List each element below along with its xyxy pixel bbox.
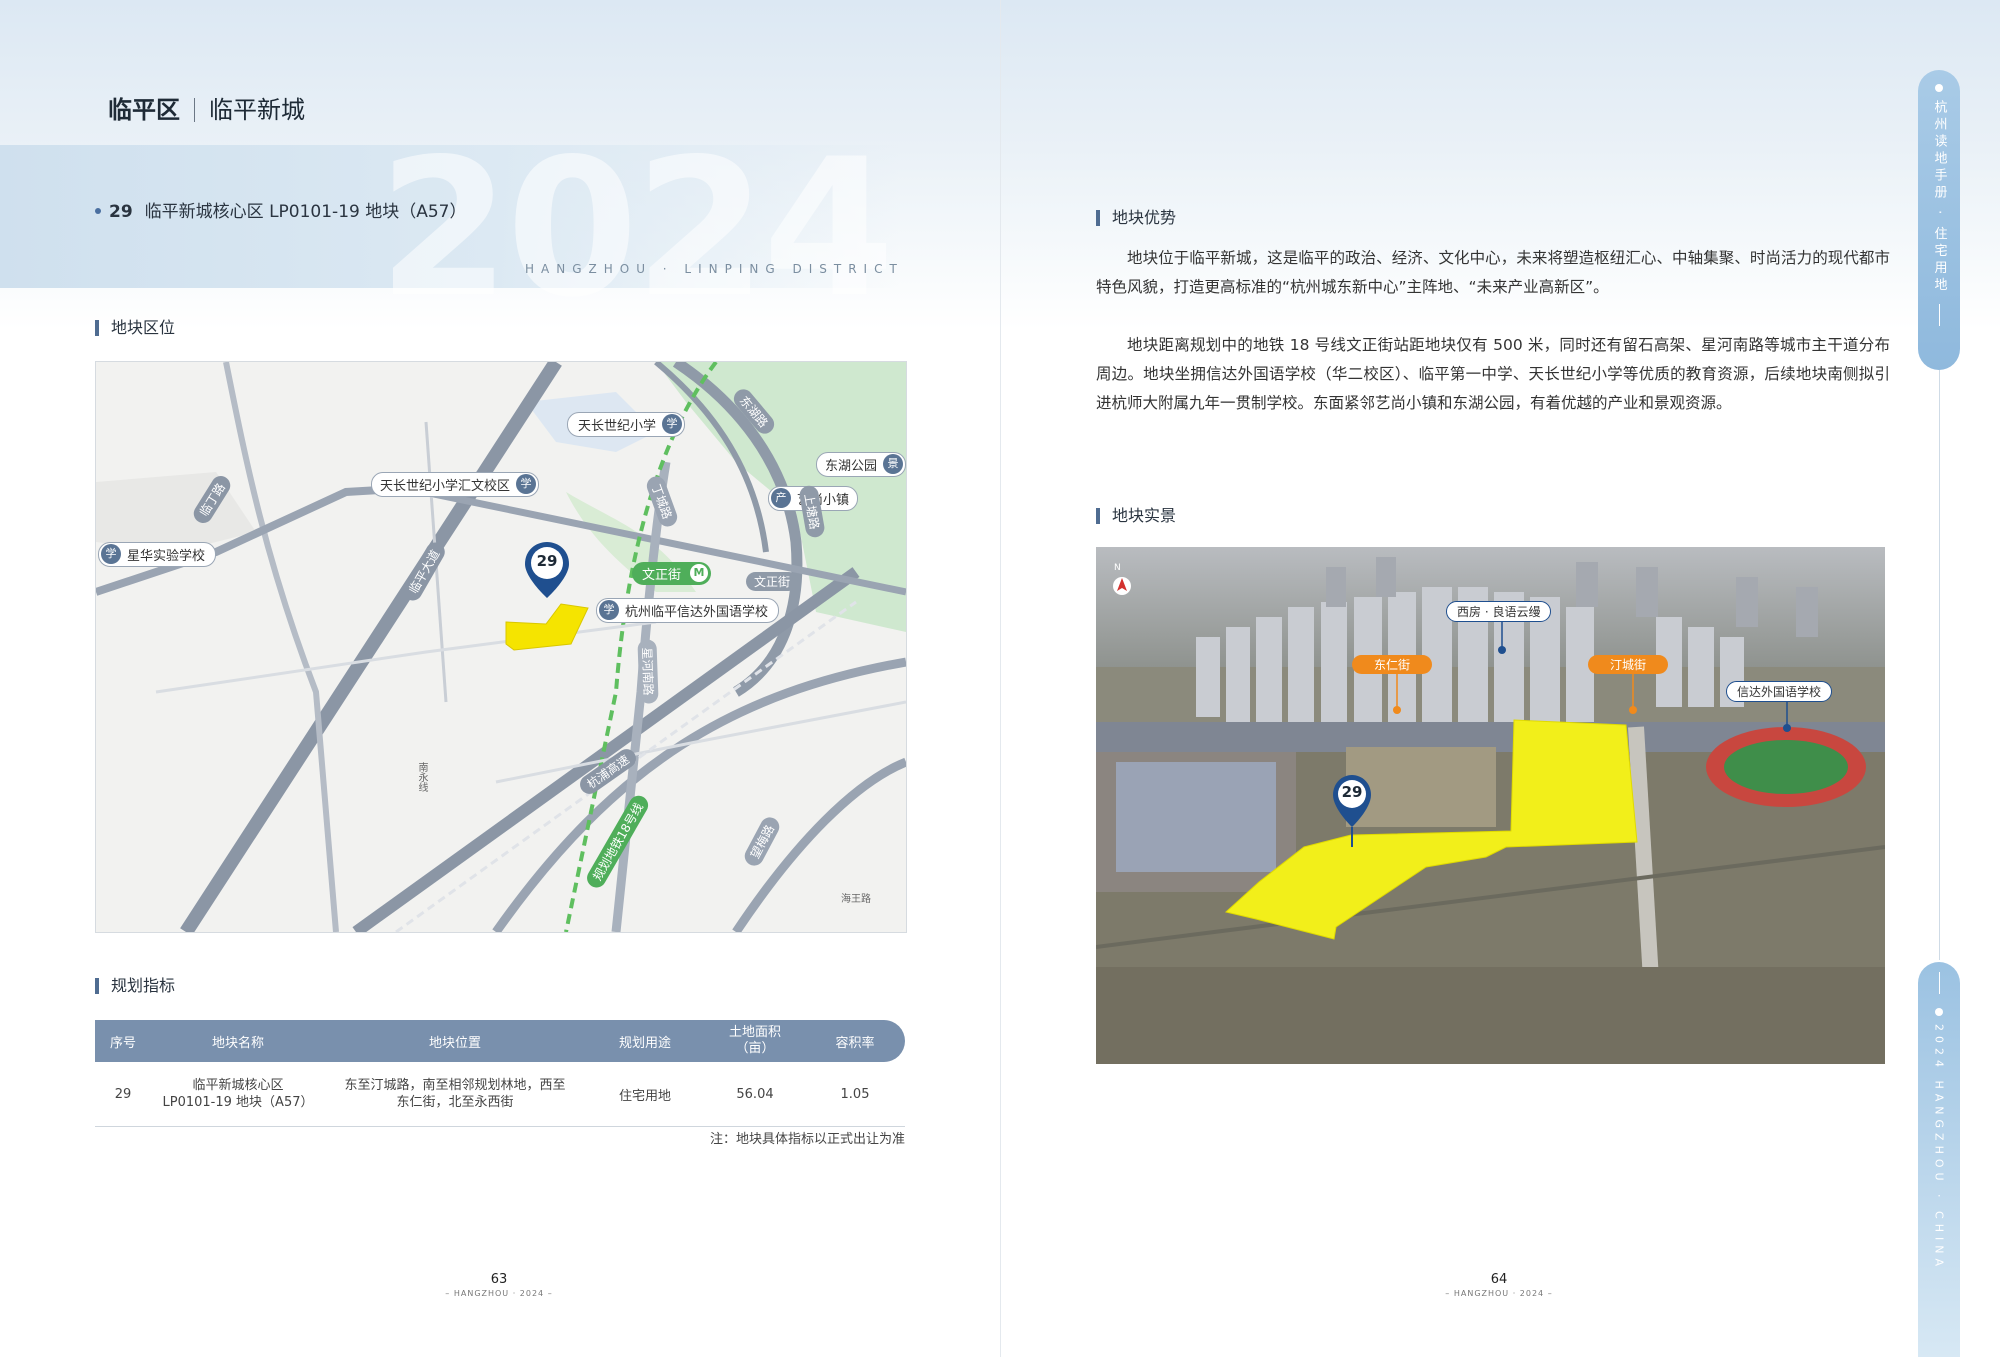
photo-label-street-w: 东仁街 [1352,655,1433,674]
map-road-haitang: 海王路 [841,894,871,905]
photo-label-street-e: 汀城街 [1588,655,1669,674]
col-name: 地块名称 [211,1035,264,1051]
table-row: 29 临平新城核心区 LP0101-19 地块（A57） 东至汀城路，南至相邻规… [95,1062,905,1127]
cell-location: 东至汀城路，南至相邻规划林地，西至 东仁街，北至永西街 [344,1078,566,1110]
subarea-name: 临平新城 [209,96,305,124]
metro-icon: M [690,564,709,582]
section-advantages: 地块优势 [1096,210,1176,226]
photo-label-community: 西房 · 良语云缦 [1446,601,1552,622]
section-photo: 地块实景 [1096,508,1176,524]
indicator-table: 序号 地块名称 地块位置 规划用途 土地面积（亩） 容积率 29 临平新城核心区… [95,1020,905,1127]
tab-dot [1935,84,1943,92]
cell-no: 29 [114,1086,132,1102]
school-icon: 学 [516,474,537,494]
scenic-icon: 景 [883,454,903,474]
map-label-station: 文正街 M [632,562,712,585]
map-label-school3: 学 星华实验学校 [98,542,217,567]
industry-icon: 产 [771,488,791,508]
plot-name: 临平新城核心区 LP0101-19 地块（A57） [144,202,467,222]
photo-label-school: 信达外国语学校 [1726,681,1833,702]
aerial-photo: 29 N 西房 · 良语云缦 东仁街 汀城街 信达外国语学校 [1096,547,1885,1064]
table-note: 注：地块具体指标以正式出让为准 [709,1132,905,1147]
map-label-school1: 天长世纪小学 学 [567,412,686,437]
col-location: 地块位置 [428,1035,481,1051]
district-en: HANGZHOU · LINPING DISTRICT [525,262,904,276]
section-location: 地块区位 [95,320,175,336]
side-tab-bottom-label: 2024 HANGZHOU · CHINA [1932,1024,1946,1271]
tab-line [1938,972,1940,994]
col-no: 序号 [109,1035,136,1051]
location-map: 29 天长世纪小学 学 天长世纪小学汇文校区 学 学 星华实验学校 学 杭州临平… [95,361,907,933]
school-icon: 学 [662,414,683,434]
map-label-school4: 学 杭州临平信达外国语学校 [596,598,780,623]
cell-far: 1.05 [840,1086,870,1102]
plot-number: 29 [109,202,133,222]
school-icon: 学 [599,600,619,620]
table-header: 序号 地块名称 地块位置 规划用途 土地面积（亩） 容积率 [95,1020,905,1062]
paragraph-2: 地块距离规划中的地铁 18 号线文正街站距地块仅有 500 米，同时还有留石高架… [1096,336,1890,412]
page-number-left: 63 – HANGZHOU · 2024 – [445,1272,553,1298]
district-name: 临平区 [108,96,180,124]
col-area: 土地面积（亩） [728,1025,781,1056]
col-far: 容积率 [835,1035,875,1051]
page-number-right: 64 – HANGZHOU · 2024 – [1445,1272,1553,1298]
plot-title: 29 临平新城核心区 LP0101-19 地块（A57） [95,197,467,222]
side-rule [1939,370,1940,960]
cell-name: 临平新城核心区 LP0101-19 地块（A57） [162,1078,314,1110]
school-icon: 学 [101,544,121,564]
col-use: 规划用途 [618,1035,671,1051]
photo-pin-number: 29 [1341,783,1363,801]
page-heading: 临平区 临平新城 [108,90,305,125]
heading-separator [194,98,195,122]
map-road-xinghe: 星河南路 [637,639,659,704]
section-indicators: 规划指标 [95,978,175,994]
side-tab-bottom[interactable]: 2024 HANGZHOU · CHINA [1918,962,1960,1357]
map-label-school2: 天长世纪小学汇文校区 学 [371,472,540,497]
map-svg [96,362,906,932]
tab-dot [1935,1008,1943,1016]
map-pin-number: 29 [536,552,558,570]
side-tab-top-label: 杭州读地手册 · 住宅用地 [1931,100,1947,295]
compass-north: N [1114,563,1121,573]
map-label-park: 东湖公园 景 [816,452,906,477]
tab-line [1938,304,1940,327]
aerial-photo-svg [1096,547,1885,1064]
page-fold [1000,0,1001,1357]
map-road-wenzheng: 文正街 [746,572,799,591]
cell-area: 56.04 [736,1086,774,1102]
paragraph-1: 地块位于临平新城，这是临平的政治、经济、文化中心，未来将塑造枢纽汇心、中轴集聚、… [1096,249,1890,296]
side-tab-top[interactable]: 杭州读地手册 · 住宅用地 [1918,70,1960,370]
cell-use: 住宅用地 [618,1088,671,1104]
year-watermark: 2024 [378,118,895,339]
map-road-nanyong: 南永线 [416,762,427,792]
bullet-dot [95,208,101,214]
